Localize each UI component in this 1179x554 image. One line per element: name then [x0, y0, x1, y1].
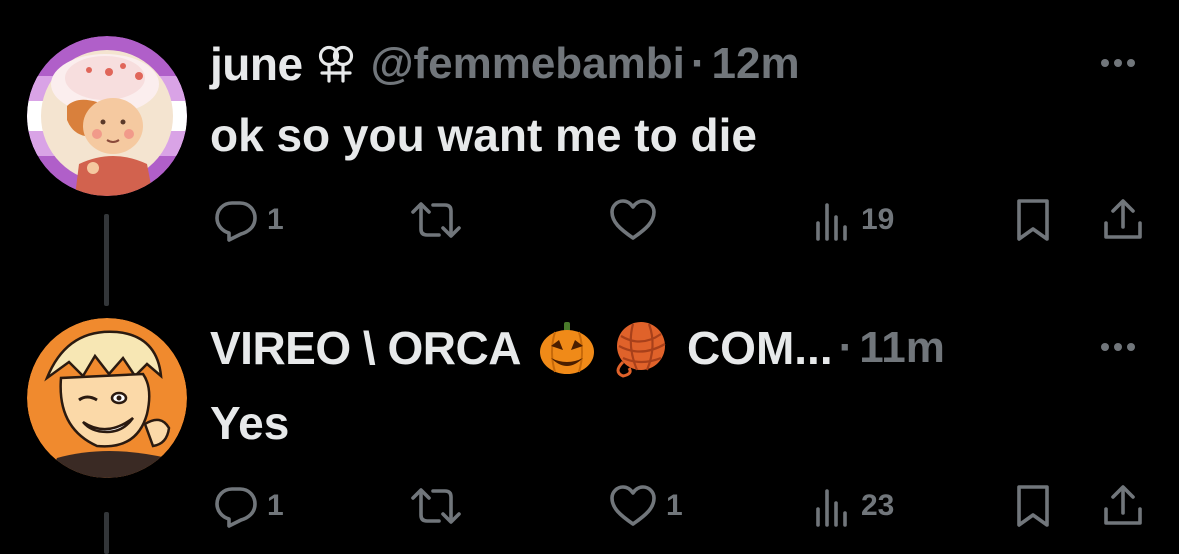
bookmark-icon [1013, 483, 1053, 529]
action-bar: 1 [0, 476, 1179, 536]
tweet-header: VIREO \ ORCA COM... · 11m [210, 318, 945, 378]
like-button[interactable]: 1 [608, 476, 683, 536]
retweet-button[interactable] [409, 476, 471, 536]
tweet-text: ok so you want me to die [210, 109, 757, 161]
display-name[interactable]: june [210, 37, 303, 91]
tweet[interactable]: june @femmebambi · 12m ok so you want me… [0, 0, 1179, 306]
bookmark-button[interactable] [1013, 190, 1053, 250]
female-female-symbol-icon [317, 44, 355, 84]
avatar[interactable] [27, 318, 187, 478]
share-button[interactable] [1101, 476, 1145, 536]
yarn-ball-icon [609, 318, 669, 378]
reply-icon [213, 483, 259, 529]
reply-button[interactable]: 1 [213, 476, 284, 536]
reply-icon [213, 197, 259, 243]
share-icon [1101, 197, 1145, 243]
tweet-text: Yes [210, 397, 290, 449]
retweet-button[interactable] [409, 190, 471, 250]
more-options-icon[interactable] [1099, 340, 1137, 352]
views-bar-chart-icon [813, 483, 853, 529]
views-count: 19 [861, 203, 895, 236]
bookmark-button[interactable] [1013, 476, 1053, 536]
user-handle[interactable]: @femmebambi [371, 39, 685, 89]
like-count: 1 [666, 489, 683, 522]
tweet-header: june @femmebambi · 12m [210, 36, 800, 92]
heart-icon [608, 197, 658, 243]
tweet[interactable]: VIREO \ ORCA COM... · 11m Yes 1 1 23 [0, 276, 1179, 554]
separator-dot: · [690, 39, 706, 88]
community-name[interactable]: COM... [687, 321, 833, 375]
retweet-icon [409, 197, 463, 243]
more-options-icon[interactable] [1099, 56, 1137, 68]
share-button[interactable] [1101, 190, 1145, 250]
views-bar-chart-icon [813, 197, 853, 243]
separator-dot: · [838, 323, 854, 372]
reply-thread: june @femmebambi · 12m ok so you want me… [0, 0, 1179, 554]
avatar[interactable] [27, 36, 187, 196]
display-name[interactable]: VIREO \ ORCA [210, 321, 521, 375]
reply-count: 1 [267, 489, 284, 522]
bookmark-icon [1013, 197, 1053, 243]
timestamp[interactable]: 11m [859, 323, 945, 373]
jack-o-lantern-icon [537, 318, 597, 378]
reply-button[interactable]: 1 [213, 190, 284, 250]
reply-count: 1 [267, 203, 284, 236]
views-count: 23 [861, 489, 895, 522]
like-button[interactable] [608, 190, 666, 250]
heart-icon [608, 483, 658, 529]
retweet-icon [409, 483, 463, 529]
timestamp[interactable]: 12m [712, 39, 800, 89]
action-bar: 1 [0, 190, 1179, 250]
share-icon [1101, 483, 1145, 529]
views-button[interactable]: 19 [813, 190, 894, 250]
views-button[interactable]: 23 [813, 476, 894, 536]
